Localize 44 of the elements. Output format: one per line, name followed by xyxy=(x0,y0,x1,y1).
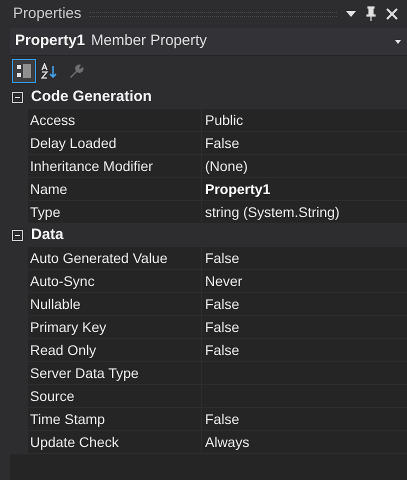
property-name[interactable]: Auto Generated Value xyxy=(28,247,202,270)
wrench-icon xyxy=(68,63,84,79)
property-value[interactable]: False xyxy=(202,247,407,270)
property-name[interactable]: Inheritance Modifier xyxy=(28,155,202,178)
property-name[interactable]: Access xyxy=(28,109,202,132)
object-type: Member Property xyxy=(91,31,207,52)
close-icon[interactable] xyxy=(385,7,399,21)
property-value[interactable]: False xyxy=(202,293,407,316)
dropdown-icon[interactable] xyxy=(345,9,357,19)
window-title: Properties xyxy=(13,4,82,24)
property-value[interactable]: False xyxy=(202,132,407,155)
property-value[interactable]: Never xyxy=(202,270,407,293)
property-name[interactable]: Nullable xyxy=(28,293,202,316)
property-value[interactable]: Public xyxy=(202,109,407,132)
property-value[interactable]: False xyxy=(202,408,407,431)
property-value[interactable]: Property1 xyxy=(202,178,407,201)
property-name[interactable]: Auto-Sync xyxy=(28,270,202,293)
property-name[interactable]: Server Data Type xyxy=(28,362,202,385)
object-name: Property1 xyxy=(15,31,86,52)
categorized-list-icon xyxy=(16,63,32,79)
category-header: Code Generation xyxy=(31,87,152,108)
toolbar-button[interactable] xyxy=(12,59,36,83)
caret-icon xyxy=(394,38,402,44)
sort-icon xyxy=(41,63,59,79)
property-name[interactable]: Time Stamp xyxy=(28,408,202,431)
property-value[interactable]: Always xyxy=(202,431,407,454)
collapse-toggle[interactable] xyxy=(12,92,23,103)
property-value[interactable]: (None) xyxy=(202,155,407,178)
property-name[interactable]: Update Check xyxy=(28,431,202,454)
property-name[interactable]: Delay Loaded xyxy=(28,132,202,155)
property-name[interactable]: Source xyxy=(28,385,202,408)
property-name[interactable]: Name xyxy=(28,178,202,201)
category-header: Data xyxy=(31,225,64,246)
property-value[interactable]: False xyxy=(202,316,407,339)
property-name[interactable]: Type xyxy=(28,201,202,224)
property-value[interactable]: string (System.String) xyxy=(202,201,407,224)
minus-icon xyxy=(14,94,21,101)
object-selector[interactable]: Property1 Member Property xyxy=(10,28,407,56)
property-value[interactable]: False xyxy=(202,339,407,362)
property-name[interactable]: Primary Key xyxy=(28,316,202,339)
collapse-toggle[interactable] xyxy=(12,230,23,241)
minus-icon xyxy=(14,232,21,239)
property-name[interactable]: Read Only xyxy=(28,339,202,362)
pin-icon[interactable] xyxy=(365,6,377,22)
